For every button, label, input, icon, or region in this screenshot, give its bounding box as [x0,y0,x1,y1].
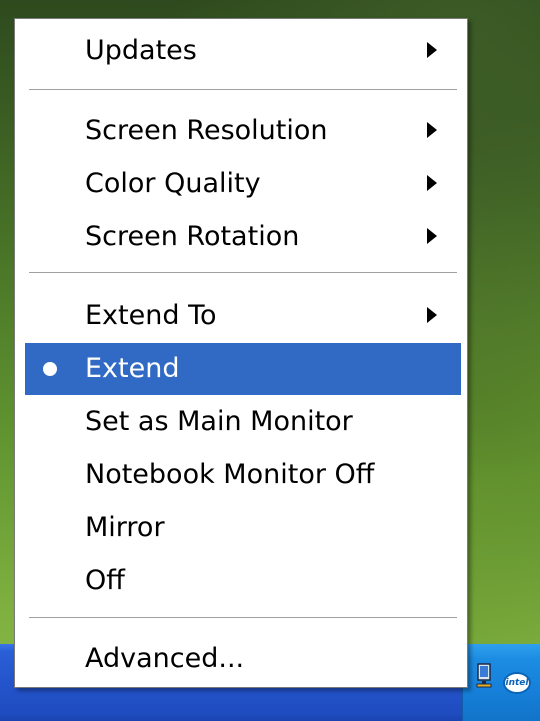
menu-separator [29,89,457,91]
menu-item-label: Mirror [85,512,165,543]
context-menu: Updates Screen Resolution Color Quality … [14,18,468,688]
menu-item-extend-to[interactable]: Extend To [25,290,461,342]
menu-item-advanced[interactable]: Advanced... [25,633,461,685]
submenu-arrow-icon [427,307,437,323]
submenu-arrow-icon [427,42,437,58]
menu-item-label: Updates [85,35,197,66]
menu-item-label: Set as Main Monitor [85,406,353,437]
menu-item-label: Extend To [85,300,217,331]
menu-item-label: Color Quality [85,168,261,199]
intel-graphics-icon[interactable]: intel [503,672,531,694]
menu-item-extend[interactable]: Extend [25,343,461,395]
menu-item-mirror[interactable]: Mirror [25,502,461,554]
submenu-arrow-icon [427,122,437,138]
menu-item-updates[interactable]: Updates [25,25,461,77]
menu-item-label: Advanced... [85,643,245,674]
menu-item-color-quality[interactable]: Color Quality [25,158,461,210]
radio-bullet-icon [43,362,57,376]
submenu-arrow-icon [427,228,437,244]
menu-item-label: Extend [85,353,180,384]
menu-item-label: Notebook Monitor Off [85,459,375,490]
menu-item-screen-resolution[interactable]: Screen Resolution [25,105,461,157]
menu-item-screen-rotation[interactable]: Screen Rotation [25,211,461,263]
menu-item-label: Screen Resolution [85,115,328,146]
menu-item-label: Screen Rotation [85,221,300,252]
menu-separator [29,617,457,619]
menu-item-off[interactable]: Off [25,555,461,607]
menu-item-label: Off [85,565,125,596]
menu-item-set-as-main-monitor[interactable]: Set as Main Monitor [25,396,461,448]
submenu-arrow-icon [427,175,437,191]
display-monitor-icon[interactable] [476,662,492,688]
menu-separator [29,272,457,274]
menu-item-notebook-monitor-off[interactable]: Notebook Monitor Off [25,449,461,501]
